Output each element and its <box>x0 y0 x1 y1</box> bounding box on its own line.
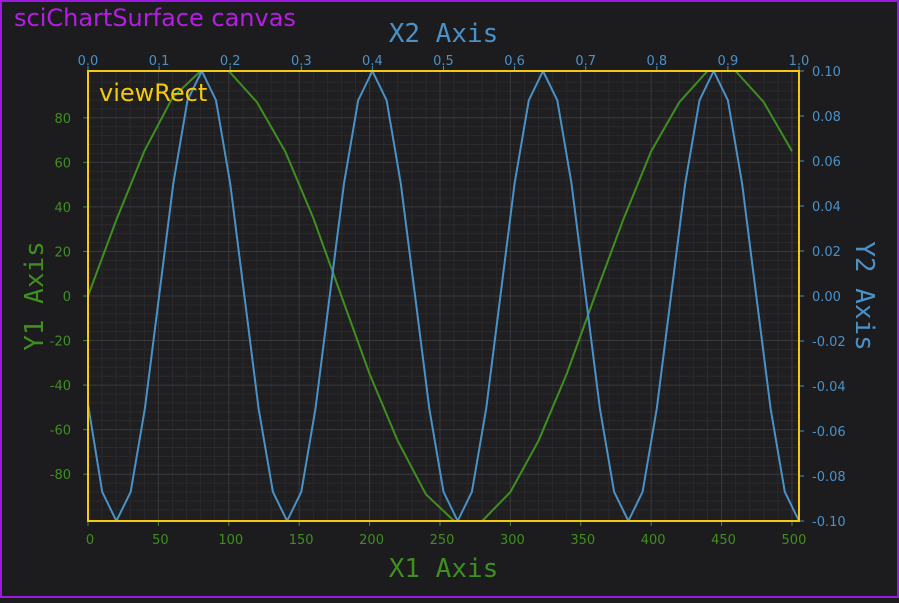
chart-svg: 0 50 100 150 200 250 300 350 400 450 500X1 Axis0.0… <box>0 0 899 598</box>
x2-tick-label: 0.3 <box>291 54 312 69</box>
y2-tick-label: -0.10 <box>812 515 846 530</box>
x2-tick-label: 0.1 <box>149 54 170 69</box>
x1-tick-label: 150 <box>289 533 314 548</box>
x1-tick-label: 200 <box>359 533 384 548</box>
y2-tick-label: -0.02 <box>812 335 846 350</box>
view-rect-label: viewRect <box>99 79 207 107</box>
x1-tick-label: 0 <box>86 533 94 548</box>
x2-axis-title: X2 Axis <box>389 19 499 49</box>
x2-tick-label: 0.5 <box>433 54 454 69</box>
x1-tick-label: 350 <box>570 533 595 548</box>
y2-tick-label: 0.08 <box>812 110 841 125</box>
y1-axis-title: Y1 Axis <box>20 241 50 351</box>
y2-tick-label: 0.10 <box>812 65 841 80</box>
y2-tick-label: 0.00 <box>812 290 841 305</box>
x2-tick-label: 0.2 <box>220 54 241 69</box>
y2-tick-label: 0.02 <box>812 245 841 260</box>
x1-tick-label: 500 <box>782 533 807 548</box>
y2-tick-label: 0.04 <box>812 200 841 215</box>
y2-tick-label: -0.06 <box>812 425 846 440</box>
y1-tick-label: -40 <box>50 379 71 394</box>
y1-tick-label: 20 <box>54 245 71 260</box>
x2-tick-label: 0.8 <box>646 54 667 69</box>
y1-tick-label: 40 <box>54 201 71 216</box>
y2-axis-title: Y2 Axis <box>849 241 879 351</box>
y1-tick-label: -20 <box>50 335 71 350</box>
y2-tick-label: 0.06 <box>812 155 841 170</box>
x1-tick-label: 300 <box>500 533 525 548</box>
x2-tick-label: 1.0 <box>789 54 810 69</box>
y1-tick-label: -60 <box>50 424 71 439</box>
x1-tick-label: 50 <box>152 533 169 548</box>
y1-tick-label: 60 <box>54 156 71 171</box>
x1-tick-label: 450 <box>711 533 736 548</box>
x2-tick-label: 0.0 <box>78 54 99 69</box>
y2-tick-label: -0.04 <box>812 380 846 395</box>
canvas-label: sciChartSurface canvas <box>14 4 296 32</box>
chart-container: 0 50 100 150 200 250 300 350 400 450 500 X1 Axis 0.0… <box>0 0 899 598</box>
x1-tick-label: 400 <box>641 533 666 548</box>
y1-tick-label: 80 <box>54 112 71 127</box>
x2-tick-label: 0.9 <box>718 54 739 69</box>
x2-tick-label: 0.6 <box>504 54 525 69</box>
x1-tick-label: 250 <box>430 533 455 548</box>
x2-tick-label: 0.7 <box>575 54 596 69</box>
x2-tick-label: 0.4 <box>362 54 383 69</box>
y2-tick-label: -0.08 <box>812 470 846 485</box>
x1-axis-title: X1 Axis <box>389 554 499 584</box>
y1-tick-label: 0 <box>63 290 71 305</box>
y1-tick-label: -80 <box>50 468 71 483</box>
x1-tick-label: 100 <box>218 533 243 548</box>
